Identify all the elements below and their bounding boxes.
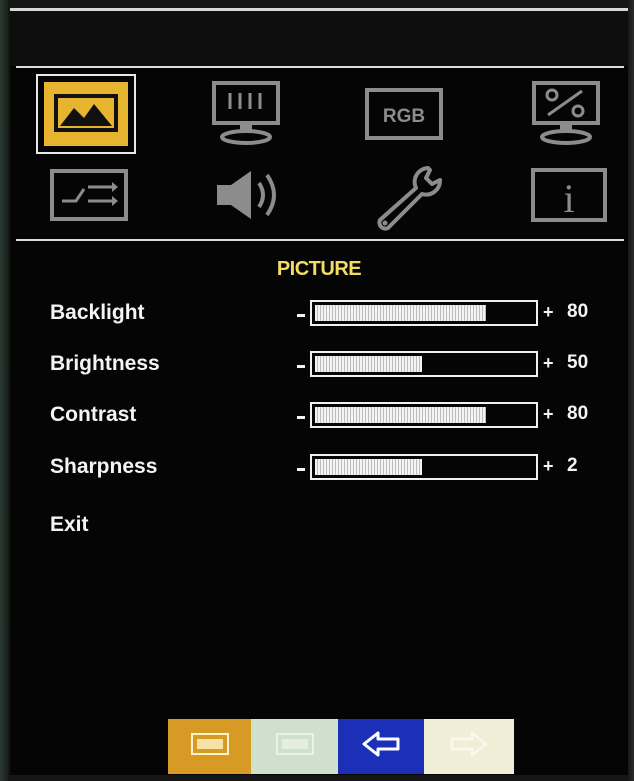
exit-menu-item[interactable]: Exit [50, 513, 89, 537]
setting-value: 50 [567, 352, 589, 373]
slider-fill [315, 459, 422, 475]
tab-info[interactable]: i [524, 160, 614, 230]
tab-icon-panel: RGB i [16, 66, 624, 241]
increase-icon[interactable]: + [543, 302, 554, 323]
osd-menu: RGB i PICTURE Backlight + 80 Brightness … [10, 8, 628, 775]
setting-label: Contrast [50, 403, 137, 426]
decrease-icon[interactable] [297, 314, 305, 317]
monitor-icon [206, 79, 286, 149]
tab-audio[interactable] [206, 160, 296, 230]
back-key-button[interactable] [338, 719, 424, 774]
setting-value: 80 [567, 301, 589, 322]
monitor-percent-icon [526, 79, 606, 149]
rgb-icon: RGB [363, 86, 445, 142]
menu-title: PICTURE [276, 258, 362, 280]
decrease-icon[interactable] [297, 365, 305, 368]
forward-key-button[interactable] [424, 719, 514, 774]
tab-input[interactable] [44, 160, 134, 230]
decrease-icon[interactable] [297, 416, 305, 419]
speaker-icon [211, 167, 291, 223]
slider-fill [315, 356, 422, 372]
info-icon: i [529, 166, 609, 224]
monitor-bezel-left [0, 0, 8, 781]
tab-display[interactable] [201, 74, 291, 154]
monitor-bezel-right [628, 0, 634, 781]
info-icon-label: i [563, 176, 574, 221]
osd-top-bar [10, 11, 628, 66]
wrench-icon [366, 162, 446, 234]
slider-track[interactable] [310, 351, 538, 377]
arrow-right-icon [448, 729, 490, 764]
slider-track[interactable] [310, 454, 538, 480]
tab-color[interactable]: RGB [359, 74, 449, 154]
input-switch-icon [48, 167, 130, 223]
setting-value: 2 [567, 455, 578, 476]
setting-label: Sharpness [50, 455, 158, 478]
tab-preset[interactable] [521, 74, 611, 154]
increase-icon[interactable]: + [543, 353, 554, 374]
setting-label: Brightness [50, 352, 160, 375]
exit-key-icon [275, 732, 315, 761]
exit-key-button[interactable] [251, 719, 338, 774]
slider-fill [315, 407, 486, 423]
slider-track[interactable] [310, 402, 538, 428]
picture-mountain-icon [44, 82, 128, 146]
menu-key-icon [190, 732, 230, 761]
setting-value: 80 [567, 403, 589, 424]
menu-key-button[interactable] [168, 719, 251, 774]
increase-icon[interactable]: + [543, 456, 554, 477]
decrease-icon[interactable] [297, 468, 305, 471]
setting-label: Backlight [50, 301, 145, 324]
increase-icon[interactable]: + [543, 404, 554, 425]
arrow-left-icon [360, 729, 402, 764]
tab-setup[interactable] [361, 160, 451, 236]
slider-track[interactable] [310, 300, 538, 326]
slider-fill [315, 305, 486, 321]
rgb-icon-label: RGB [383, 106, 425, 127]
tab-picture[interactable] [36, 74, 136, 154]
